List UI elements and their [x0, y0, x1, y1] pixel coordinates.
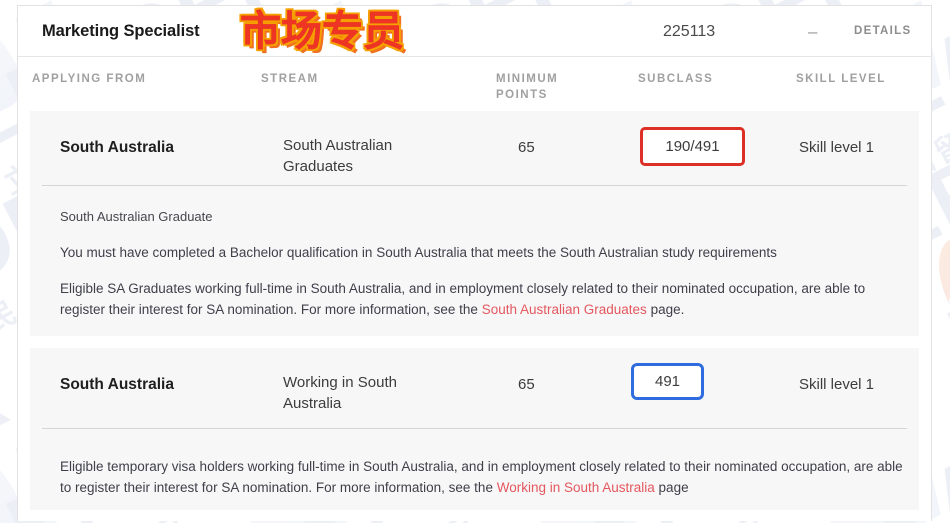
- occupation-card: Marketing Specialist 市场专员 225113 – DETAI…: [17, 5, 932, 521]
- occupation-anzsco-code: 225113: [663, 23, 716, 40]
- minus-icon[interactable]: –: [808, 6, 817, 57]
- cell-subclass-value: 491: [654, 373, 681, 390]
- detail-note: Eligible SA Graduates working full-time …: [60, 278, 896, 320]
- table-row[interactable]: South Australia Working in South Austral…: [30, 348, 919, 429]
- occupation-header: Marketing Specialist 市场专员 225113 – DETAI…: [18, 6, 931, 57]
- detail-note-text-after: page: [654, 480, 689, 495]
- occupation-title: Marketing Specialist: [42, 21, 200, 40]
- cell-applying-from: South Australia: [60, 139, 174, 156]
- column-header-stream: STREAM: [261, 73, 319, 85]
- cell-subclass-highlighted: 491: [631, 363, 704, 400]
- detail-requirement: You must have completed a Bachelor quali…: [60, 245, 777, 260]
- detail-note-link[interactable]: Working in South Australia: [497, 480, 655, 495]
- cell-stream: Working in South Australia: [283, 374, 397, 412]
- column-header-applying-from: APPLYING FROM: [32, 73, 147, 85]
- cell-minimum-points: 65: [518, 376, 535, 393]
- row-divider: [42, 428, 907, 429]
- table-row[interactable]: South Australia South Australian Graduat…: [30, 111, 919, 186]
- detail-note-text-before: Eligible SA Graduates working full-time …: [60, 281, 866, 317]
- column-header-minimum-points: MINIMUM POINTS: [496, 73, 559, 101]
- occupation-title-chinese: 市场专员: [240, 7, 405, 56]
- detail-note-text-after: page.: [646, 302, 685, 317]
- cell-stream: South Australian Graduates: [283, 137, 393, 175]
- cell-skill-level: Skill level 1: [799, 376, 875, 393]
- watermark-letters: LEADER: [933, 134, 950, 386]
- cell-applying-from: South Australia: [60, 376, 174, 393]
- result-panel-1: South Australia South Australian Graduat…: [30, 111, 919, 336]
- detail-heading: South Australian Graduate: [60, 209, 213, 224]
- column-header-subclass: SUBCLASS: [638, 73, 714, 85]
- detail-note: Eligible temporary visa holders working …: [60, 456, 910, 498]
- row-divider: [42, 185, 907, 186]
- cell-skill-level: Skill level 1: [799, 139, 875, 156]
- detail-note-link[interactable]: South Australian Graduates: [482, 302, 647, 317]
- cell-minimum-points: 65: [518, 139, 535, 156]
- details-link[interactable]: DETAILS: [854, 6, 911, 57]
- cell-subclass-highlighted: 190/491: [640, 127, 745, 166]
- result-panel-2: South Australia Working in South Austral…: [30, 348, 919, 510]
- cell-subclass-value: 190/491: [665, 138, 720, 155]
- table-column-headers: APPLYING FROM STREAM MINIMUM POINTS SUBC…: [18, 57, 931, 110]
- detail-note-text-before: Eligible temporary visa holders working …: [60, 459, 903, 495]
- column-header-skill-level: SKILL LEVEL: [796, 73, 886, 85]
